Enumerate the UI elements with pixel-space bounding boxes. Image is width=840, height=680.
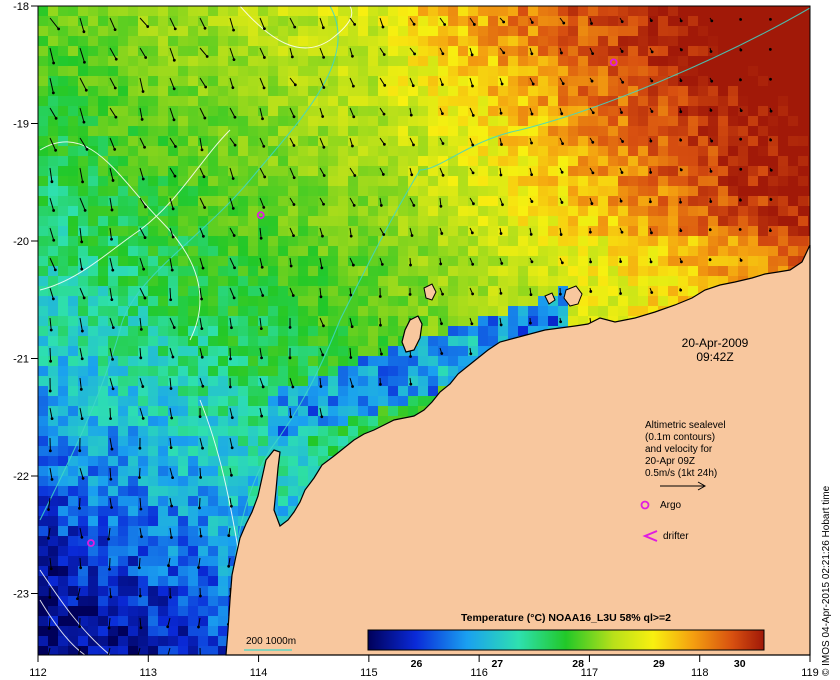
legend-line: (0.1m contours): [645, 432, 715, 443]
lon-tick-label: 116: [470, 667, 488, 679]
date-label: 20-Apr-2009: [682, 336, 749, 350]
drifter-label: drifter: [663, 531, 689, 542]
lat-tick-label: -22: [13, 471, 29, 483]
legend-line: 0.5m/s (1kt 24h): [645, 468, 717, 479]
depth-contour-label: 200 1000m: [246, 636, 296, 647]
lat-tick-label: -21: [13, 354, 29, 366]
longitude-axis: 112 113 114 115 116 117 118 119: [29, 655, 819, 679]
colorbar-tick-label: 27: [491, 658, 503, 670]
latitude-axis: -18 -19 -20 -21 -22 -23: [13, 1, 38, 601]
colorbar-tick-label: 26: [411, 658, 423, 670]
argo-label: Argo: [660, 500, 682, 511]
colorbar-tick-label: 30: [734, 658, 746, 670]
colorbar: [367, 629, 765, 651]
lat-tick-label: -20: [13, 236, 29, 248]
lat-tick-label: -23: [13, 589, 29, 601]
lon-tick-label: 112: [29, 667, 47, 679]
lon-tick-label: 119: [801, 667, 819, 679]
sst-map: 112 113 114 115 116 117 118 119 -18-19-20-21-22…: [13, 1, 832, 679]
lon-tick-label: 113: [140, 667, 158, 679]
legend-line: Altimetric sealevel: [645, 420, 726, 431]
lon-tick-label: 115: [360, 667, 378, 679]
lat-tick-label: -18: [13, 1, 29, 13]
lat-tick-label: -19: [13, 119, 29, 131]
credit-text: © IMOS 04-Apr-2015 02:21:26 Hobart time: [821, 485, 832, 676]
lon-tick-label: 114: [250, 667, 268, 679]
time-label: 09:42Z: [696, 350, 733, 364]
colorbar-tick-label: 29: [653, 658, 665, 670]
colorbar-tick-label: 28: [572, 658, 584, 670]
legend-line: and velocity for: [645, 444, 713, 455]
colorbar-title: Temperature (°C) NOAA16_L3U 58% ql>=2: [461, 612, 671, 624]
lon-tick-label: 118: [691, 667, 709, 679]
legend-line: 20-Apr 09Z: [645, 456, 695, 467]
